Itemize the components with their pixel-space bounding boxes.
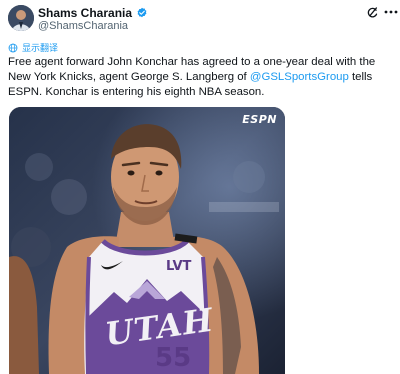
show-translation-label[interactable]: 显示翻译 [22, 41, 58, 54]
tweet-post: Shams Charania @ShamsCharania 显示翻译 Free … [0, 0, 400, 374]
tweet-text: Free agent forward John Konchar has agre… [8, 55, 392, 100]
translate-icon [8, 43, 18, 52]
jersey-number: 55 [155, 343, 192, 373]
grok-icon[interactable] [366, 6, 379, 19]
jersey-sponsor: LVT [166, 259, 192, 274]
espn-watermark: ESPN [242, 113, 277, 126]
mention-link[interactable]: @GSLSportsGroup [250, 71, 349, 83]
author-display-name[interactable]: Shams Charania [38, 6, 132, 20]
avatar[interactable] [8, 5, 34, 31]
author-handle[interactable]: @ShamsCharania [38, 20, 128, 32]
avatar-image [8, 5, 34, 31]
more-dots-icon[interactable] [384, 10, 398, 14]
tweet-media-photo[interactable]: ESPN LVT UTAH 55 [9, 107, 285, 374]
verified-badge-icon [137, 7, 147, 18]
author-name-line: Shams Charania [38, 6, 148, 20]
show-translation-link[interactable]: 显示翻译 [8, 41, 58, 54]
